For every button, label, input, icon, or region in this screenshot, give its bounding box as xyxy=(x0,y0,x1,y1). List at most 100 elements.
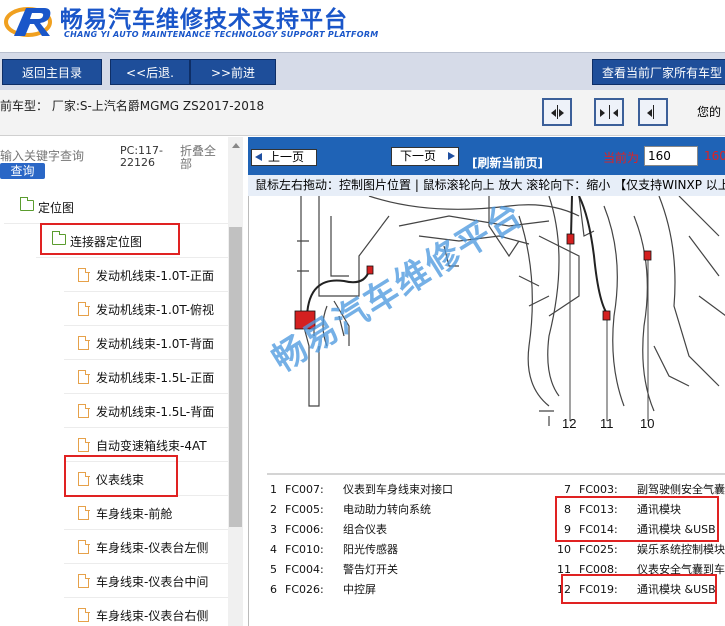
highlight-box xyxy=(64,455,178,497)
tree-item-label: 车身线束-仪表台中间 xyxy=(96,575,209,589)
tree-doc-item[interactable]: 发动机线束-1.0T-俯视 xyxy=(64,293,242,326)
tree-item-label: 发动机线束-1.0T-背面 xyxy=(96,337,214,351)
arrow-right-icon xyxy=(559,109,564,117)
callout-12: 12 xyxy=(562,416,576,431)
legend-row: 1 FC007: 仪表到车身线束对接口 xyxy=(263,482,463,498)
layout-right-button[interactable] xyxy=(638,98,668,126)
catalog-sidebar: 查询 PC:117-22126 折叠全部 定位图连接器定位图发动机线束-1.0T… xyxy=(0,137,243,626)
collapse-all-link[interactable]: 折叠全部 xyxy=(180,145,220,171)
legend-description: 阳光传感器 xyxy=(343,543,398,556)
arrow-left-icon xyxy=(613,109,618,117)
document-icon xyxy=(78,573,90,588)
tree-item-label: 车身线束-仪表台右侧 xyxy=(96,609,209,623)
tree-item-label: 车身线束-前舱 xyxy=(96,507,173,521)
legend-number: 3 xyxy=(270,523,277,536)
current-model-text: 前车型： 厂家:S-上汽名爵MGMG ZS2017-2018 xyxy=(0,99,265,113)
highlight-box xyxy=(40,223,180,255)
legend-number: 4 xyxy=(270,543,277,556)
home-button[interactable]: 返回主目录 xyxy=(2,59,102,85)
model-bar: 前车型： 厂家:S-上汽名爵MGMG ZS2017-2018 您的 xyxy=(0,90,725,136)
diagram-viewer[interactable]: 12 11 10 畅易汽车维修平台 1 FC007: 仪表到车身线束对接口 2 FC00… xyxy=(248,196,725,626)
document-icon xyxy=(78,301,90,316)
layout-left-button[interactable] xyxy=(542,98,572,126)
scroll-up-icon[interactable] xyxy=(228,139,243,151)
legend-code: FC007: xyxy=(285,483,324,496)
arrow-left-icon xyxy=(647,109,652,117)
document-icon xyxy=(78,437,90,452)
legend-description: 中控屏 xyxy=(343,583,376,596)
forward-button[interactable]: >>前进 xyxy=(190,59,276,85)
document-icon xyxy=(78,607,90,622)
search-button[interactable]: 查询 xyxy=(0,163,45,179)
back-button[interactable]: <<后退. xyxy=(110,59,190,85)
legend-row: 5 FC004: 警告灯开关 xyxy=(263,562,463,578)
document-icon xyxy=(78,505,90,520)
legend-code: FC010: xyxy=(285,543,324,556)
app-header: 畅易汽车维修技术支持平台 CHANG YI AUTO MAINTENANCE T… xyxy=(0,0,725,52)
tree-item-label: 车身线束-仪表台左侧 xyxy=(96,541,209,555)
brand-subtitle: CHANG YI AUTO MAINTENANCE TECHNOLOGY SUP… xyxy=(64,30,379,39)
document-icon xyxy=(78,403,90,418)
refresh-page-link[interactable]: [刷新当前页] xyxy=(472,154,543,171)
tree-doc-item[interactable]: 发动机线束-1.5L-背面 xyxy=(64,395,242,428)
view-all-models-button[interactable]: 查看当前厂家所有车型 xyxy=(592,59,725,85)
tree-doc-item[interactable]: 车身线束-仪表台左侧 xyxy=(64,531,242,564)
legend-number: 6 xyxy=(270,583,277,596)
legend-description: 警告灯开关 xyxy=(343,563,398,576)
legend-number: 10 xyxy=(557,543,571,556)
page-total: 160/ xyxy=(704,149,725,163)
callout-11: 11 xyxy=(600,416,614,431)
scroll-thumb[interactable] xyxy=(229,227,242,527)
tree-item-label: 发动机线束-1.5L-背面 xyxy=(96,405,215,419)
tree-doc-item[interactable]: 车身线束-仪表台中间 xyxy=(64,565,242,598)
legend-row: 4 FC010: 阳光传感器 xyxy=(263,542,463,558)
nav-bar: 返回主目录 <<后退. >>前进 查看当前厂家所有车型 xyxy=(0,52,725,90)
prev-page-button[interactable]: 上一页 xyxy=(251,149,317,166)
layout-split-button[interactable] xyxy=(594,98,624,126)
next-page-button[interactable]: 下一页 xyxy=(391,147,459,166)
legend-number: 2 xyxy=(270,503,277,516)
pc-code: PC:117-22126 xyxy=(120,144,163,169)
usage-hint: 鼠标左右拖动：控制图片位置 | 鼠标滚轮向上 放大 滚轮向下：缩小 【仅支持WI… xyxy=(248,175,725,196)
callout-10: 10 xyxy=(640,416,654,431)
highlight-box xyxy=(561,574,717,604)
legend-code: FC025: xyxy=(579,543,618,556)
document-icon xyxy=(78,335,90,350)
legend-row: 6 FC026: 中控屏 xyxy=(263,582,463,598)
legend-row: 10 FC025: 娱乐系统控制模块 xyxy=(557,542,725,558)
tree-item-label: 发动机线束-1.0T-俯视 xyxy=(96,303,214,317)
tree-item-label: 发动机线束-1.5L-正面 xyxy=(96,371,215,385)
legend-code: FC005: xyxy=(285,503,324,516)
document-icon xyxy=(78,267,90,282)
tree-doc-item[interactable]: 发动机线束-1.0T-背面 xyxy=(64,327,242,360)
divider-icon xyxy=(609,105,610,119)
sidebar-scrollbar[interactable] xyxy=(228,137,243,626)
tree-item-label: 定位图 xyxy=(38,201,75,215)
tree-doc-item[interactable]: 发动机线束-1.0T-正面 xyxy=(64,259,242,292)
arrow-left-icon xyxy=(551,109,556,117)
tree-doc-item[interactable]: 发动机线束-1.5L-正面 xyxy=(64,361,242,394)
legend-code: FC004: xyxy=(285,563,324,576)
tree-doc-item[interactable]: 车身线束-仪表台右侧 xyxy=(64,599,242,626)
current-page-label: 当前为 xyxy=(603,151,640,165)
legend-description: 组合仪表 xyxy=(343,523,387,536)
page-number-input[interactable] xyxy=(644,146,698,166)
tree-item-label: 自动变速箱线束-4AT xyxy=(96,439,207,453)
brand-title: 畅易汽车维修技术支持平台 xyxy=(60,6,348,33)
legend-code: FC026: xyxy=(285,583,324,596)
legend-row: 3 FC006: 组合仪表 xyxy=(263,522,463,538)
divider-icon xyxy=(653,105,654,119)
tree-item-label: 发动机线束-1.0T-正面 xyxy=(96,269,214,283)
legend-code: FC006: xyxy=(285,523,324,536)
folder-icon xyxy=(20,197,34,211)
legend-number: 5 xyxy=(270,563,277,576)
legend-description: 电动助力转向系统 xyxy=(343,503,431,516)
brand-logo xyxy=(4,7,52,37)
document-icon xyxy=(78,539,90,554)
legend-row: 2 FC005: 电动助力转向系统 xyxy=(263,502,463,518)
user-greeting: 您的 xyxy=(697,105,722,119)
tree-doc-item[interactable]: 车身线束-前舱 xyxy=(64,497,242,530)
legend-description: 仪表到车身线束对接口 xyxy=(343,483,453,496)
legend-description: 娱乐系统控制模块 xyxy=(637,543,725,556)
tree-folder-item[interactable]: 定位图 xyxy=(4,191,242,224)
